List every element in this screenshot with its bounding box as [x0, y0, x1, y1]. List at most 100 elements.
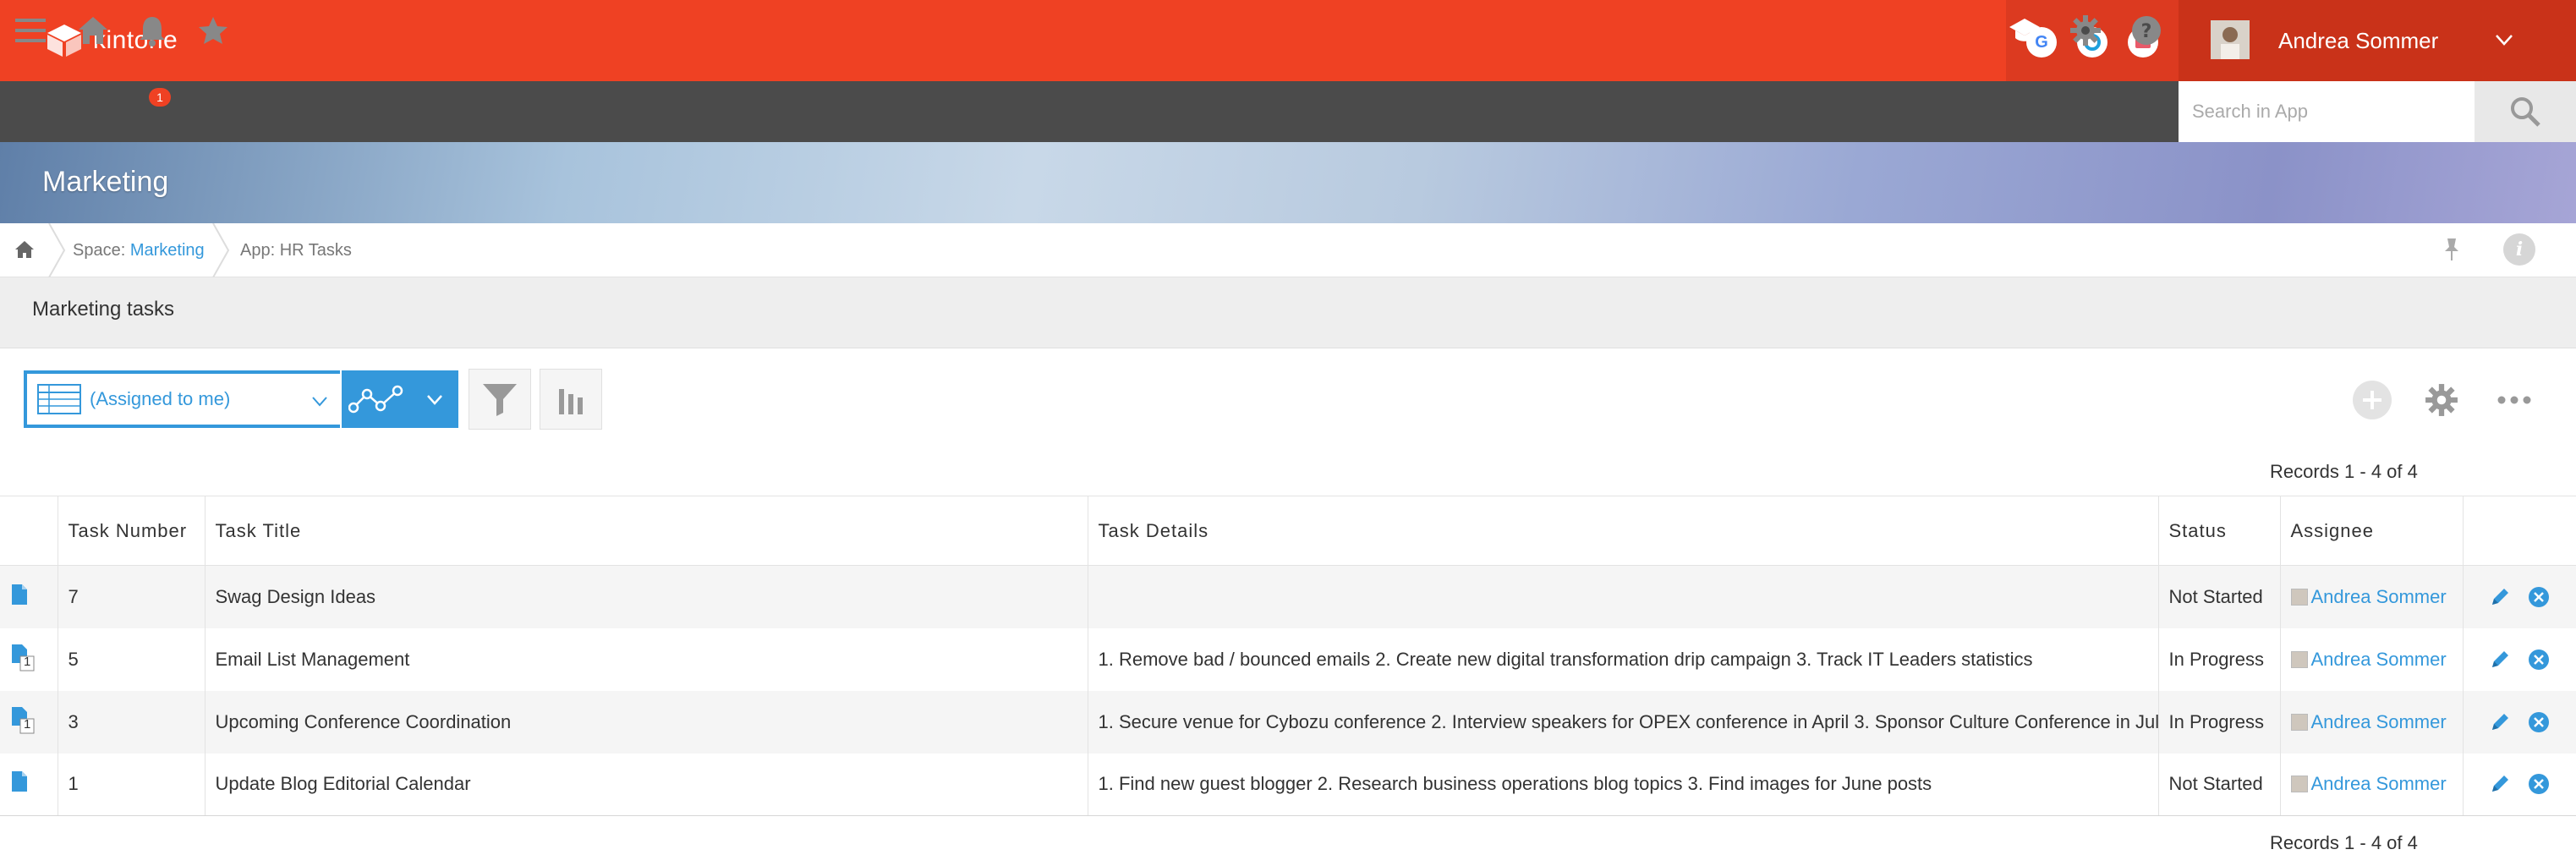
task-number: 7 [58, 565, 206, 628]
task-details: 1. Remove bad / bounced emails 2. Create… [1088, 628, 2159, 691]
task-status: Not Started [2158, 753, 2281, 816]
filter-icon [483, 384, 517, 416]
breadcrumb-app: App: HR Tasks [240, 241, 352, 260]
assignee-link[interactable]: Andrea Sommer [2290, 711, 2453, 733]
column-header-task-title[interactable]: Task Title [205, 496, 1088, 566]
assignee-avatar [2290, 776, 2308, 793]
space-banner [0, 142, 2576, 223]
column-header-icon [0, 496, 58, 566]
graduation-cap-icon[interactable] [2006, 12, 2043, 49]
delete-x-icon[interactable] [2528, 711, 2550, 733]
add-record-button[interactable] [2353, 381, 2392, 419]
task-title: Email List Management [205, 628, 1088, 691]
gear-icon [2425, 384, 2458, 416]
column-header-task-number[interactable]: Task Number [58, 496, 206, 566]
assignee-link[interactable]: Andrea Sommer [2290, 649, 2453, 671]
record-process-icon[interactable]: 1 [10, 705, 35, 733]
assignee-avatar [2290, 713, 2308, 731]
column-header-task-details[interactable]: Task Details [1088, 496, 2159, 566]
gear-icon[interactable] [2067, 12, 2104, 49]
avatar[interactable] [2211, 20, 2250, 59]
record-process-icon[interactable]: 1 [10, 643, 35, 671]
menu-icon[interactable] [12, 12, 49, 49]
assignee-link[interactable]: Andrea Sommer [2290, 586, 2453, 608]
edit-pencil-icon[interactable] [2489, 711, 2511, 733]
table-row[interactable]: 7 Swag Design Ideas Not Started Andrea S… [0, 565, 2576, 628]
column-header-status[interactable]: Status [2158, 496, 2281, 566]
process-badge-count: 1 [24, 654, 31, 669]
delete-x-icon[interactable] [2528, 649, 2550, 671]
assignee-name[interactable]: Andrea Sommer [2311, 711, 2447, 733]
assignee-avatar [2290, 650, 2308, 668]
filter-button[interactable] [469, 369, 531, 430]
records-count-top: Records 1 - 4 of 4 [2270, 461, 2418, 482]
search-icon [2511, 97, 2540, 127]
page-title: Marketing tasks [32, 298, 175, 321]
edit-pencil-icon[interactable] [2489, 649, 2511, 671]
assignee-link[interactable]: Andrea Sommer [2290, 773, 2453, 795]
delete-x-icon[interactable] [2528, 586, 2550, 608]
favorites-star-icon[interactable] [195, 12, 232, 49]
search-button[interactable] [2475, 81, 2576, 142]
user-name[interactable]: Andrea Sommer [2278, 25, 2438, 56]
task-number: 5 [58, 628, 206, 691]
task-title: Upcoming Conference Coordination [205, 690, 1088, 754]
task-title: Update Blog Editorial Calendar [205, 753, 1088, 816]
breadcrumb-space-link[interactable]: Marketing [130, 241, 205, 260]
breadcrumb-home-icon[interactable] [12, 237, 37, 262]
task-number: 3 [58, 690, 206, 754]
task-title: Swag Design Ideas [205, 565, 1088, 628]
column-header-actions [2463, 496, 2576, 566]
graph-report-button[interactable] [540, 369, 602, 430]
view-header [0, 277, 2576, 348]
task-number: 1 [58, 753, 206, 816]
column-header-assignee[interactable]: Assignee [2280, 496, 2464, 566]
table-view-icon [37, 384, 81, 414]
task-status: In Progress [2158, 690, 2281, 754]
notification-badge: 1 [149, 88, 171, 107]
ellipsis-icon [2497, 396, 2531, 404]
home-icon[interactable] [74, 12, 112, 49]
record-details-icon[interactable] [10, 583, 32, 608]
bar-chart-icon [559, 389, 583, 414]
svg-text:?: ? [2141, 21, 2152, 42]
help-icon[interactable]: ? [2128, 12, 2165, 49]
delete-x-icon[interactable] [2528, 773, 2550, 795]
task-details [1088, 565, 2159, 628]
assignee-name[interactable]: Andrea Sommer [2311, 773, 2447, 795]
graph-icon [348, 385, 403, 414]
task-status: Not Started [2158, 565, 2281, 628]
pin-icon[interactable] [2437, 235, 2466, 264]
task-status: In Progress [2158, 628, 2281, 691]
assignee-name[interactable]: Andrea Sommer [2311, 586, 2447, 608]
records-count-bottom: Records 1 - 4 of 4 [2270, 832, 2418, 853]
table-row[interactable]: 1 5 Email List Management 1. Remove bad … [0, 628, 2576, 691]
notification-bell-icon[interactable] [134, 12, 171, 49]
assignee-name[interactable]: Andrea Sommer [2311, 649, 2447, 671]
table-row[interactable]: 1 3 Upcoming Conference Coordination 1. … [0, 690, 2576, 754]
chevron-down-icon[interactable] [308, 389, 332, 413]
app-settings-button[interactable] [2422, 381, 2461, 419]
table-row[interactable]: 1 Update Blog Editorial Calendar 1. Find… [0, 753, 2576, 816]
records-table: Task Number Task Title Task Details Stat… [0, 496, 2576, 816]
chevron-down-icon[interactable] [2490, 25, 2518, 54]
edit-pencil-icon[interactable] [2489, 586, 2511, 608]
task-details: 1. Find new guest blogger 2. Research bu… [1088, 753, 2159, 816]
breadcrumb-space: Space: Marketing [73, 238, 205, 262]
task-details: 1. Secure venue for Cybozu conference 2.… [1088, 690, 2159, 754]
graph-select-button[interactable] [342, 370, 458, 428]
chevron-down-icon [427, 395, 442, 405]
process-badge-count: 1 [24, 716, 31, 732]
assignee-avatar [2290, 588, 2308, 606]
space-title: Marketing [42, 166, 169, 198]
breadcrumb [0, 223, 2576, 277]
plus-icon [2363, 391, 2381, 409]
more-options-button[interactable] [2495, 381, 2534, 419]
edit-pencil-icon[interactable] [2489, 773, 2511, 795]
breadcrumb-space-prefix: Space: [73, 241, 126, 260]
breadcrumb-separator [212, 223, 230, 277]
info-icon[interactable]: i [2503, 233, 2535, 266]
search-input[interactable] [2179, 81, 2475, 142]
view-selected-label[interactable]: (Assigned to me) [90, 388, 230, 410]
record-details-icon[interactable] [10, 770, 32, 795]
